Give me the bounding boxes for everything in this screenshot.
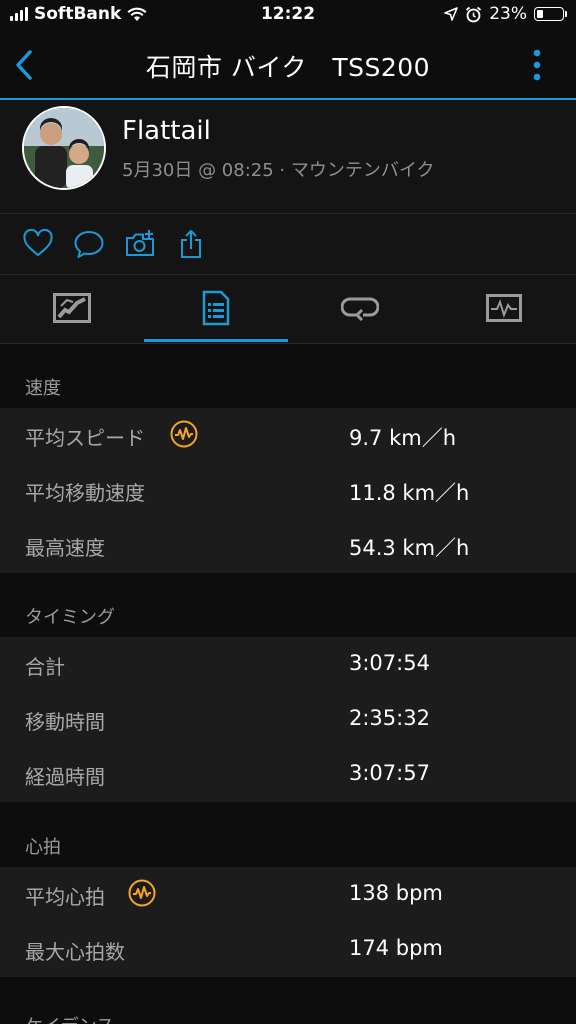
location-arrow-icon — [444, 7, 459, 21]
stat-row: 平均スピード 9.7 km／h — [0, 408, 576, 463]
stat-value: 138 bpm — [349, 881, 443, 905]
stat-label: 経過時間 — [25, 765, 105, 789]
battery-percent: 23% — [489, 4, 527, 24]
battery-icon — [534, 7, 567, 21]
detail-tabs — [0, 275, 576, 344]
action-bar — [0, 214, 576, 275]
stat-row: 平均心拍 138 bpm — [0, 867, 576, 922]
comment-icon[interactable] — [73, 228, 105, 260]
section-header-heart-rate: 心拍 — [0, 803, 576, 867]
stat-value: 9.7 km／h — [349, 426, 456, 450]
stat-label: 平均移動速度 — [25, 481, 145, 505]
stat-row: 平均移動速度 11.8 km／h — [0, 463, 576, 518]
stat-label: 平均スピード — [25, 426, 145, 450]
section-header-speed: 速度 — [0, 344, 576, 408]
stat-label: 最大心拍数 — [25, 940, 125, 964]
activity-badge-icon[interactable] — [128, 879, 156, 907]
stat-row: 最高速度 54.3 km／h — [0, 518, 576, 573]
section-title: 心拍 — [25, 837, 61, 858]
status-right: 23% — [444, 4, 567, 24]
status-bar: SoftBank 12:22 23% — [0, 0, 576, 32]
more-options-button[interactable] — [532, 48, 542, 82]
laps-icon — [341, 297, 379, 321]
tab-stats[interactable] — [144, 275, 288, 341]
stat-label: 最高速度 — [25, 536, 105, 560]
page-title: 石岡市 バイク TSS200 — [145, 53, 431, 82]
stat-value: 11.8 km／h — [349, 481, 470, 505]
section-title: 速度 — [25, 378, 61, 399]
activity-profile: Flattail 5月30日 @ 08:25 · マウンテンバイク — [0, 100, 576, 214]
activity-badge-icon[interactable] — [170, 420, 198, 448]
share-icon[interactable] — [176, 228, 208, 260]
user-name[interactable]: Flattail — [122, 116, 211, 146]
tab-map[interactable] — [0, 275, 144, 341]
tab-laps[interactable] — [288, 275, 432, 341]
stat-label: 合計 — [25, 655, 65, 679]
section-header-timing: タイミング — [0, 573, 576, 637]
add-photo-icon[interactable] — [124, 228, 156, 260]
heart-icon[interactable] — [22, 228, 54, 260]
section-title: タイミング — [25, 607, 115, 628]
stat-row: 合計 3:07:54 — [0, 637, 576, 692]
stat-value: 3:07:54 — [349, 651, 430, 675]
avatar-photo — [24, 108, 104, 188]
section-title: ケイデンス — [25, 1012, 114, 1024]
stats-list-icon — [202, 290, 230, 326]
tab-charts[interactable] — [432, 275, 576, 341]
stat-label: 移動時間 — [25, 710, 105, 734]
stat-row: 移動時間 2:35:32 — [0, 692, 576, 747]
avatar[interactable] — [22, 106, 106, 190]
section-header-cadence: ケイデンス — [0, 978, 576, 1024]
stat-value: 2:35:32 — [349, 706, 430, 730]
stat-row: 経過時間 3:07:57 — [0, 747, 576, 802]
selected-tab-indicator — [144, 339, 288, 342]
stat-label: 平均心拍 — [25, 885, 105, 909]
nav-bar: 石岡市 バイク TSS200 — [0, 34, 576, 96]
alarm-icon — [466, 6, 482, 22]
map-icon — [53, 293, 91, 323]
stat-value: 54.3 km／h — [349, 536, 470, 560]
stat-row: 最大心拍数 174 bpm — [0, 922, 576, 977]
stat-value: 3:07:57 — [349, 761, 430, 785]
activity-date-type: 5月30日 @ 08:25 · マウンテンバイク — [122, 160, 435, 181]
stat-value: 174 bpm — [349, 936, 443, 960]
charts-icon — [486, 294, 522, 322]
